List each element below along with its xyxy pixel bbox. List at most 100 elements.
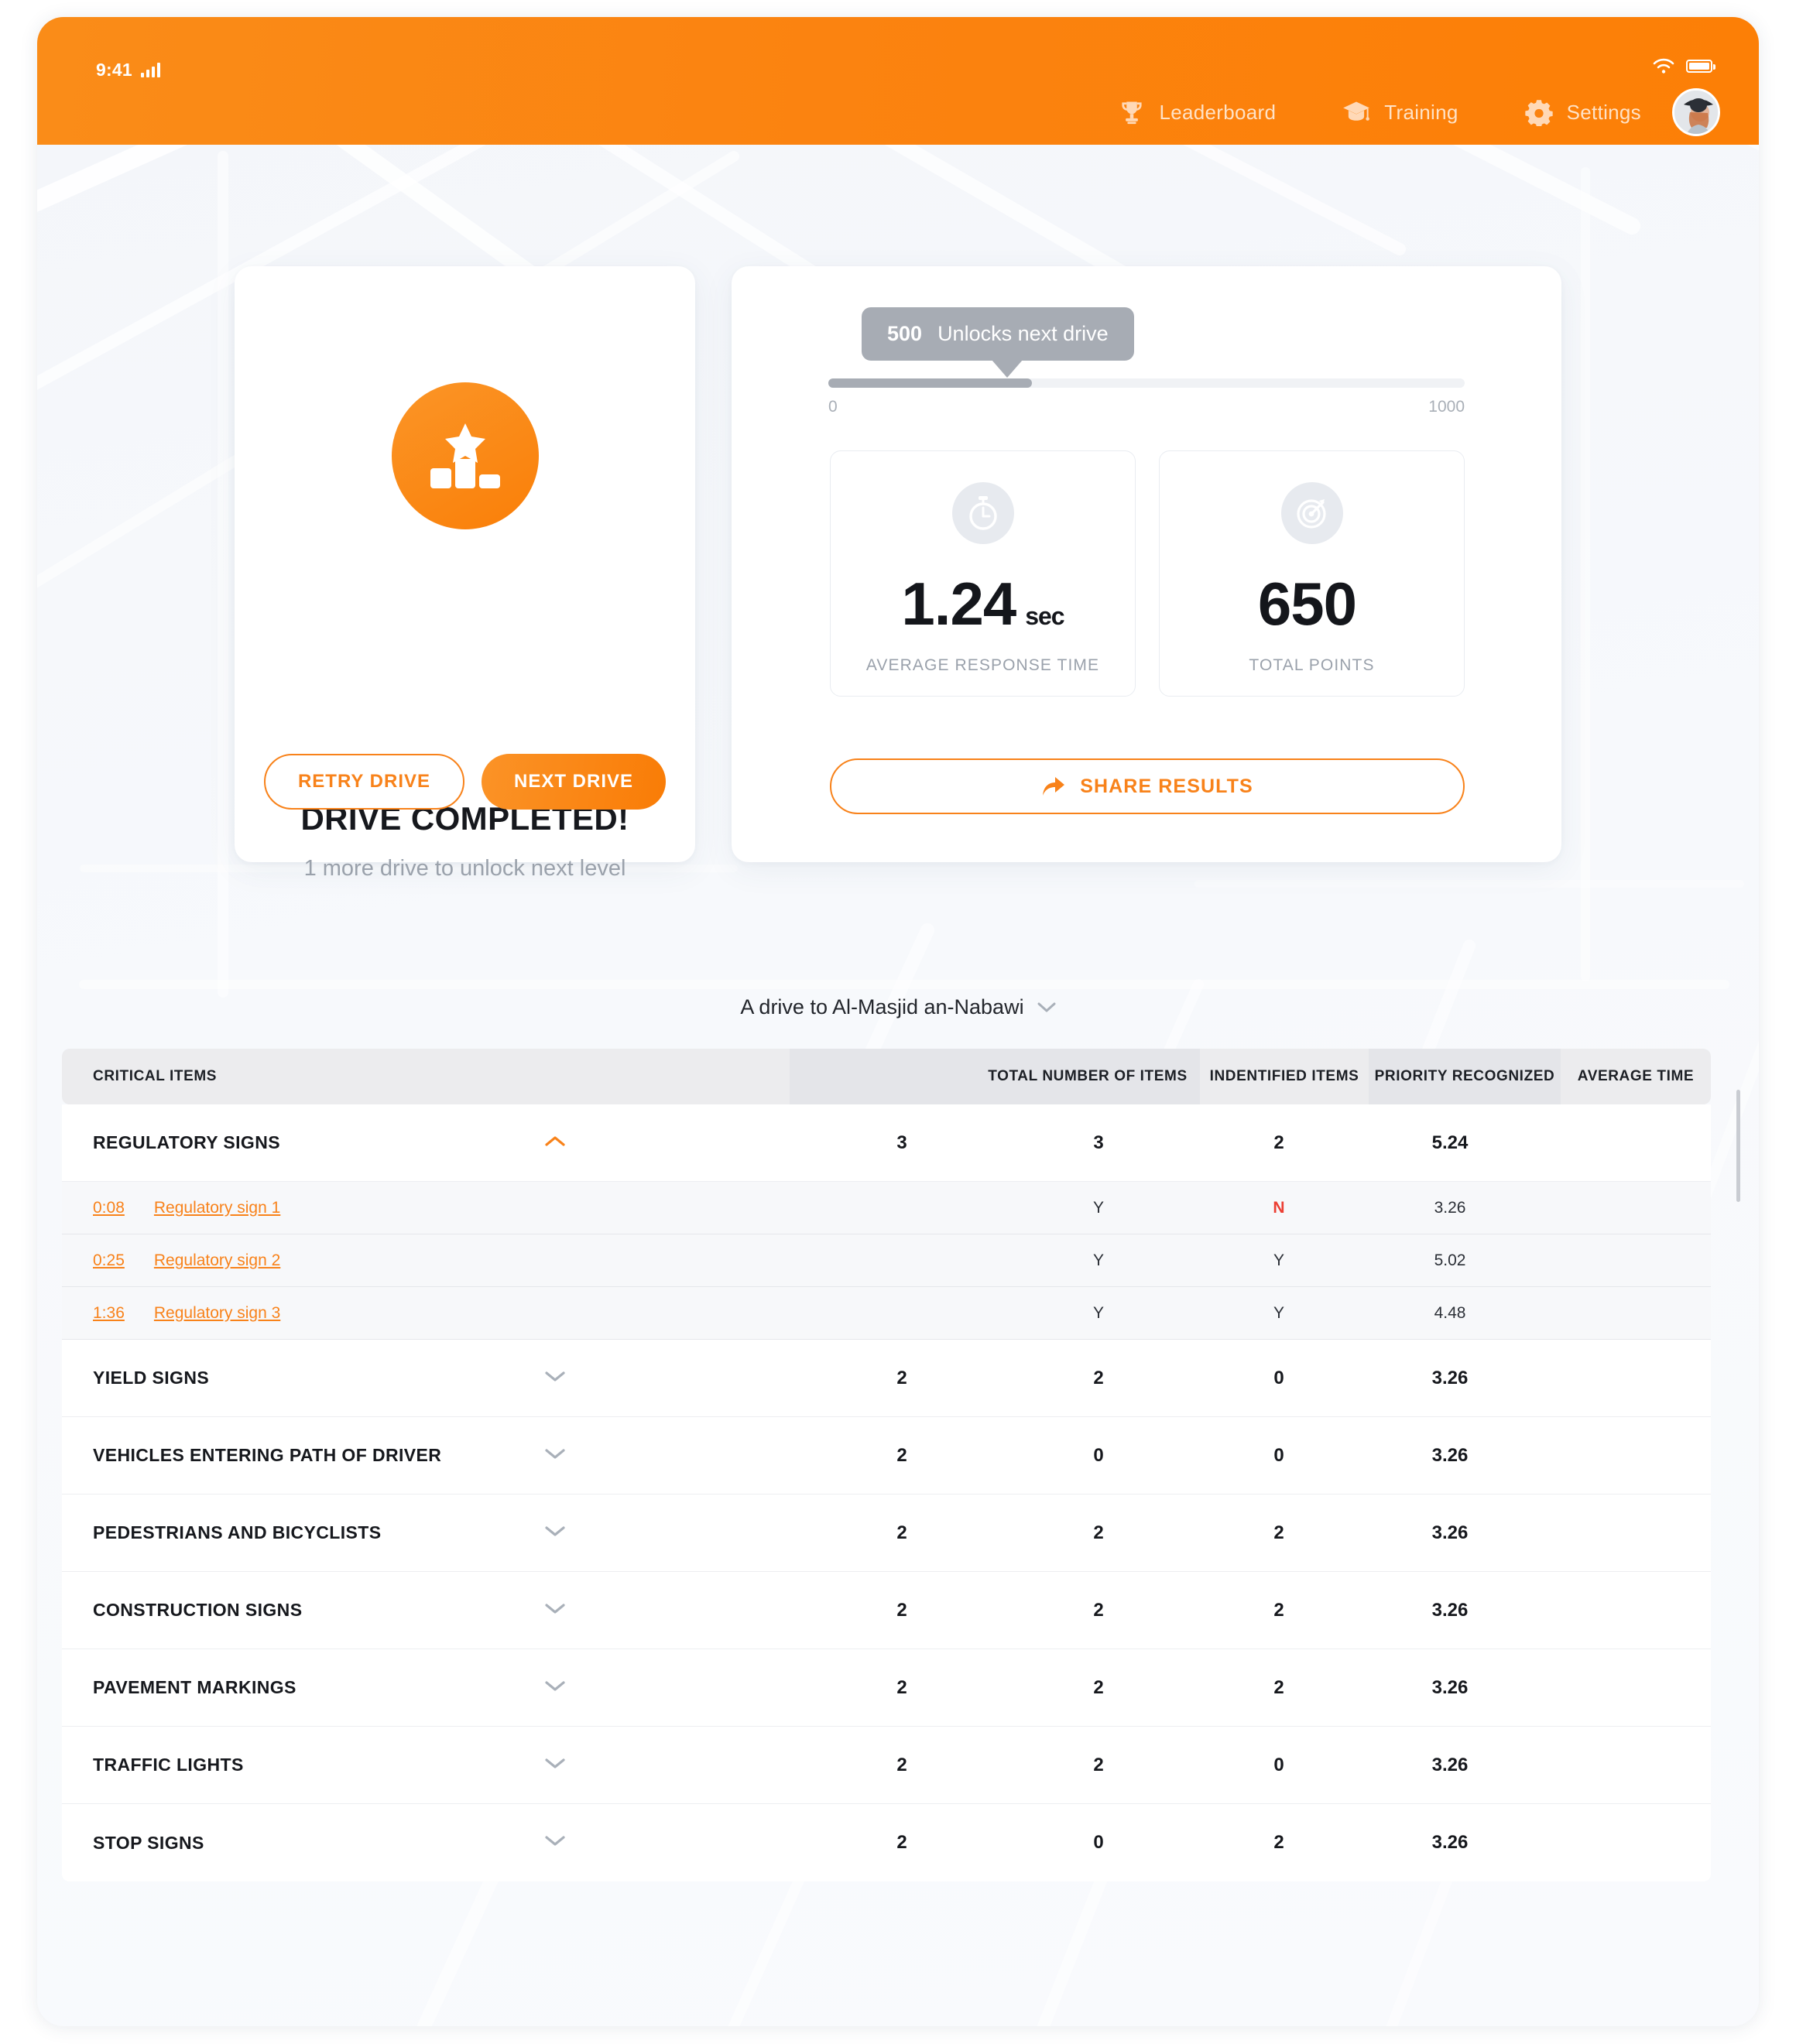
chevron-up-icon[interactable]	[545, 1135, 565, 1151]
chevron-up-icon	[545, 1135, 565, 1146]
cell-identified-items: 0	[1093, 1444, 1104, 1466]
share-results-button[interactable]: SHARE RESULTS	[830, 758, 1465, 814]
category-label: PAVEMENT MARKINGS	[93, 1677, 296, 1697]
stat-label: AVERAGE RESPONSE TIME	[865, 656, 1100, 674]
cellular-signal-icon	[140, 63, 160, 77]
sub-row-item-link[interactable]: Regulatory sign 2	[154, 1251, 280, 1270]
stat-value-group: 650	[1258, 569, 1366, 639]
cell-priority-recognized: 0	[1273, 1754, 1284, 1775]
table-sub-row[interactable]: 0:08 Regulatory sign 1 Y N 3.26	[62, 1182, 1711, 1234]
trophy-icon	[1121, 101, 1142, 125]
status-bar-right	[1652, 57, 1715, 74]
sub-row-timestamp[interactable]: 1:36	[93, 1304, 125, 1323]
cell-total-items: 2	[896, 1754, 907, 1775]
stopwatch-icon	[951, 482, 1014, 544]
sub-row-item-link[interactable]: Regulatory sign 3	[154, 1304, 280, 1323]
cell-total-items: 2	[896, 1444, 907, 1466]
tablet-device-frame: 9:41 Leaderboard Training Settings DRIVE…	[37, 17, 1759, 2026]
chevron-down-icon	[545, 1603, 565, 1614]
table-sub-row[interactable]: 0:25 Regulatory sign 2 Y Y 5.02	[62, 1234, 1711, 1287]
table-row-category: PEDESTRIANS AND BICYCLISTS	[62, 1522, 790, 1543]
avatar[interactable]	[1672, 88, 1720, 136]
table-row[interactable]: VEHICLES ENTERING PATH OF DRIVER 2 0 0 3.26	[62, 1417, 1711, 1494]
retry-drive-button[interactable]: RETRY DRIVE	[263, 754, 464, 810]
sub-cell-identified: Y	[1092, 1198, 1104, 1217]
vertical-scrollbar[interactable]	[1736, 1090, 1740, 1202]
target-dart-icon	[1280, 482, 1343, 544]
header-nav: Leaderboard Training Settings	[1051, 88, 1720, 136]
table-row[interactable]: PEDESTRIANS AND BICYCLISTS 2 2 2 3.26	[62, 1494, 1711, 1572]
table-row[interactable]: PAVEMENT MARKINGS 2 2 2 3.26	[62, 1649, 1711, 1727]
table-row[interactable]: STOP SIGNS 2 0 2 3.26	[62, 1804, 1711, 1881]
progress-stats-card: 500 Unlocks next drive 0 1000 1.24 sec A…	[732, 266, 1561, 862]
next-drive-button[interactable]: NEXT DRIVE	[482, 754, 667, 810]
nav-item-training[interactable]: Training	[1342, 98, 1458, 126]
cell-identified-items: 0	[1093, 1832, 1104, 1853]
chevron-down-icon[interactable]	[545, 1371, 565, 1386]
sub-cell-priority: N	[1273, 1198, 1285, 1217]
sub-cell-identified: Y	[1092, 1303, 1104, 1322]
cell-identified-items: 2	[1093, 1522, 1104, 1543]
status-time: 9:41	[96, 60, 132, 80]
chevron-down-icon[interactable]	[545, 1448, 565, 1464]
wifi-icon	[1653, 58, 1674, 74]
table-row[interactable]: CONSTRUCTION SIGNS 2 2 2 3.26	[62, 1572, 1711, 1649]
sub-row-labels: 0:25 Regulatory sign 2	[62, 1251, 790, 1270]
sub-row-labels: 0:08 Regulatory sign 1	[62, 1199, 790, 1217]
table-row[interactable]: YIELD SIGNS 2 2 0 3.26	[62, 1340, 1711, 1417]
cell-total-items: 2	[896, 1522, 907, 1543]
table-row[interactable]: TRAFFIC LIGHTS 2 2 0 3.26	[62, 1727, 1711, 1804]
tooltip-text: Unlocks next drive	[937, 322, 1109, 345]
table-row-category: YIELD SIGNS	[62, 1368, 790, 1388]
nav-label: Leaderboard	[1159, 100, 1277, 124]
sub-cell-average-time: 3.26	[1434, 1198, 1466, 1217]
points-progress-fill	[828, 378, 1033, 388]
sub-cell-identified: Y	[1092, 1251, 1104, 1269]
table-row[interactable]: REGULATORY SIGNS 3 3 2 5.24	[62, 1104, 1711, 1182]
nav-item-settings[interactable]: Settings	[1524, 98, 1641, 126]
app-header: 9:41 Leaderboard Training Settings	[37, 17, 1759, 145]
nav-item-leaderboard[interactable]: Leaderboard	[1118, 98, 1277, 126]
sub-row-item-link[interactable]: Regulatory sign 1	[154, 1199, 280, 1217]
category-label: YIELD SIGNS	[93, 1368, 210, 1388]
nav-label: Training	[1384, 100, 1458, 124]
stat-card-total-points: 650 TOTAL POINTS	[1159, 450, 1465, 697]
chevron-down-icon	[545, 1371, 565, 1381]
cell-priority-recognized: 2	[1273, 1599, 1284, 1621]
cell-total-items: 2	[896, 1367, 907, 1388]
points-progress-bar[interactable]	[828, 378, 1465, 388]
stat-value: 1.24	[901, 570, 1016, 638]
chevron-down-icon	[545, 1525, 565, 1536]
sub-row-timestamp[interactable]: 0:08	[93, 1199, 125, 1217]
critical-items-table: CRITICAL ITEMS TOTAL NUMBER OF ITEMS IND…	[62, 1049, 1711, 1881]
drive-action-buttons: RETRY DRIVE NEXT DRIVE	[235, 754, 695, 810]
category-label: REGULATORY SIGNS	[93, 1132, 280, 1152]
drive-selector[interactable]: A drive to Al-Masjid an-Nabawi	[37, 995, 1759, 1019]
podium-star-icon	[391, 382, 539, 529]
podium-star-glyph	[430, 423, 500, 488]
table-row-category: REGULATORY SIGNS	[62, 1132, 790, 1153]
sub-row-timestamp[interactable]: 0:25	[93, 1251, 125, 1270]
sub-row-labels: 1:36 Regulatory sign 3	[62, 1304, 790, 1323]
share-results-label: SHARE RESULTS	[1080, 775, 1253, 797]
cell-identified-items: 3	[1093, 1132, 1104, 1153]
category-label: VEHICLES ENTERING PATH OF DRIVER	[93, 1445, 442, 1465]
chevron-down-icon[interactable]	[545, 1680, 565, 1696]
table-row-category: TRAFFIC LIGHTS	[62, 1755, 790, 1775]
chevron-down-icon[interactable]	[545, 1758, 565, 1773]
graduation-cap-icon	[1343, 101, 1370, 121]
table-sub-row[interactable]: 1:36 Regulatory sign 3 Y Y 4.48	[62, 1287, 1711, 1340]
sub-cell-priority: Y	[1273, 1251, 1284, 1269]
chevron-down-icon[interactable]	[545, 1835, 565, 1851]
cell-priority-recognized: 2	[1273, 1522, 1284, 1543]
table-row-category: VEHICLES ENTERING PATH OF DRIVER	[62, 1445, 790, 1466]
cell-priority-recognized: 0	[1273, 1367, 1284, 1388]
chevron-down-icon[interactable]	[545, 1603, 565, 1618]
cell-priority-recognized: 0	[1273, 1444, 1284, 1466]
table-header-row: CRITICAL ITEMS TOTAL NUMBER OF ITEMS IND…	[62, 1049, 1711, 1104]
progress-tooltip: 500 Unlocks next drive	[862, 307, 1134, 378]
target-dart-glyph	[1296, 499, 1326, 529]
cell-priority-recognized: 2	[1273, 1676, 1284, 1698]
chevron-down-icon[interactable]	[545, 1525, 565, 1541]
chevron-down-icon	[545, 1758, 565, 1768]
